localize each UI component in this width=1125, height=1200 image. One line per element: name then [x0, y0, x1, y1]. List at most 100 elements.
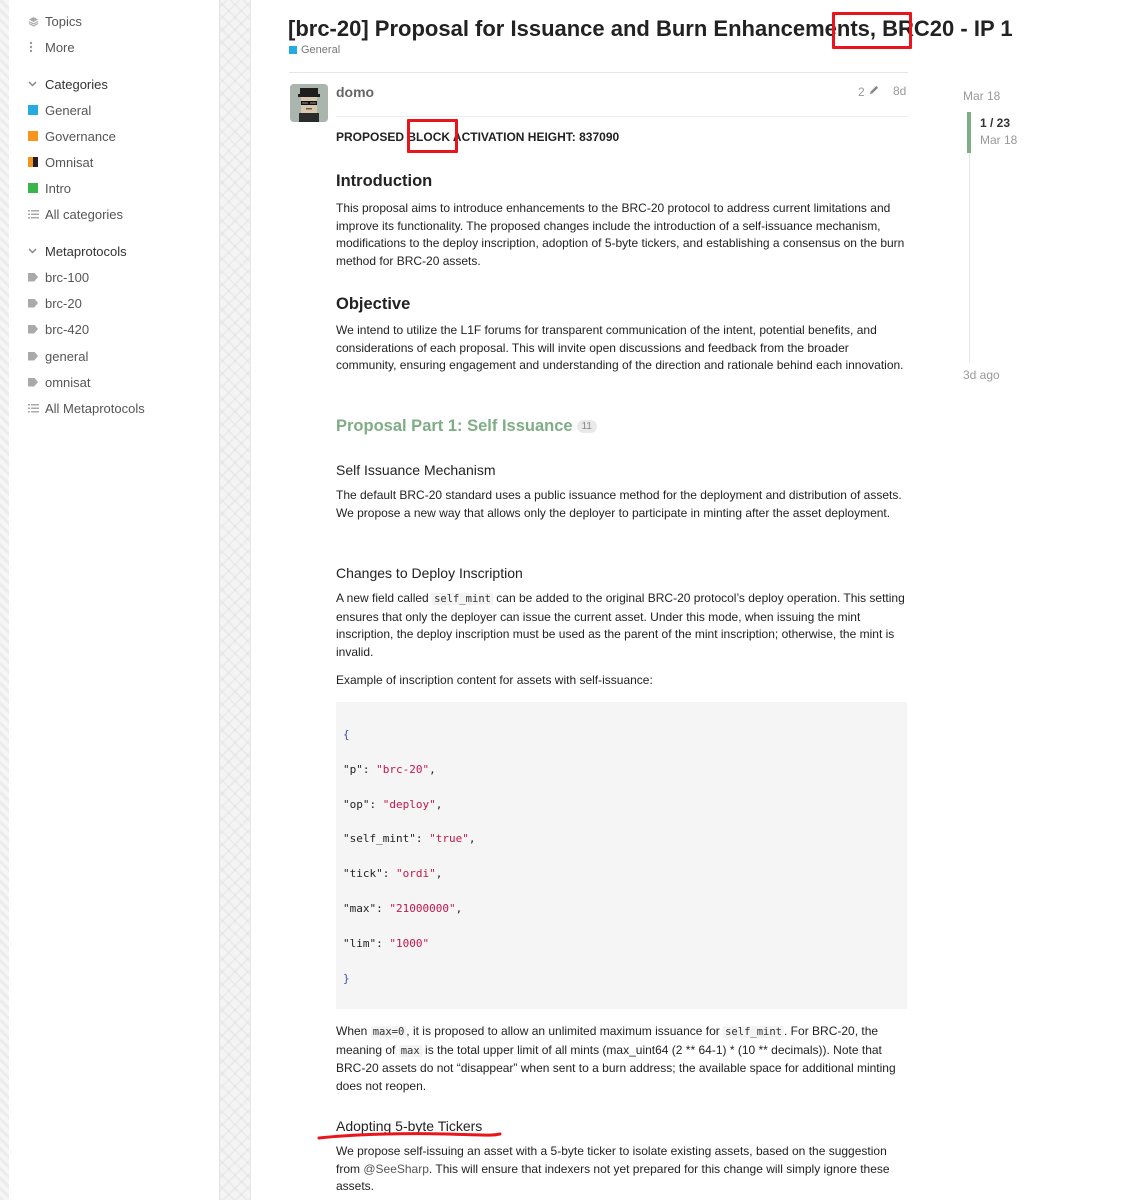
topic-title[interactable]: [brc-20] Proposal for Issuance and Burn …: [288, 16, 1013, 42]
heading-part1[interactable]: Proposal Part 1: Self Issuance 11: [336, 417, 908, 436]
sidebar-item-label: All categories: [45, 206, 124, 222]
inline-code: max: [398, 1044, 422, 1057]
sidebar-item-label: Governance: [45, 128, 116, 144]
paragraph: We intend to utilize the L1F forums for …: [336, 323, 904, 372]
text: A new field called: [336, 591, 433, 605]
list-icon: [28, 403, 45, 413]
heading-deploy: Changes to Deploy Inscription: [336, 565, 523, 581]
sidebar-item-general[interactable]: General: [28, 100, 91, 120]
title-highlight: BRC20: [882, 16, 955, 41]
sidebar-item-label: brc-420: [45, 321, 90, 337]
sidebar-item-general-tag[interactable]: general: [28, 346, 88, 366]
post-date[interactable]: 8d: [893, 84, 906, 98]
sidebar-item-label: General: [45, 102, 92, 118]
sidebar-item-all-categories[interactable]: All categories: [28, 204, 123, 224]
sidebar-item-all-metaprotocols[interactable]: All Metaprotocols: [28, 398, 145, 418]
category-color-swatch: [28, 183, 38, 193]
sidebar-section-categories[interactable]: Categories: [28, 74, 108, 94]
code-line: "p": "brc-20",: [343, 763, 436, 776]
timeline-end-date[interactable]: 3d ago: [963, 368, 1000, 382]
category-color-swatch: [28, 131, 38, 141]
sidebar-item-label: brc-20: [45, 295, 82, 311]
paragraph: We propose self-issuing an asset with a …: [336, 1143, 908, 1196]
sidebar-section-metaprotocols[interactable]: Metaprotocols: [28, 241, 127, 261]
timeline-position: 1 / 23: [980, 116, 1011, 130]
section-title: Metaprotocols: [45, 243, 127, 259]
tag-icon: [28, 324, 38, 334]
category-color-swatch: [289, 46, 297, 54]
heading-objective: Objective: [336, 295, 411, 313]
inline-code: max=0: [370, 1026, 407, 1038]
sidebar-item-label: Topics: [45, 13, 82, 29]
code-line: }: [343, 972, 350, 985]
divider: [289, 72, 908, 73]
text: When: [336, 1024, 371, 1038]
sidebar-item-more[interactable]: More: [28, 37, 75, 57]
sidebar-item-label: All Metaprotocols: [45, 400, 145, 416]
sidebar-item-label: Omnisat: [45, 154, 94, 170]
code-line: "self_mint": "true",: [343, 832, 476, 845]
title-text: [brc-20] Proposal for Issuance and Burn …: [288, 16, 883, 41]
text: PROPOSED: [336, 130, 408, 144]
sidebar-item-brc-20[interactable]: brc-20: [28, 293, 82, 313]
code-block[interactable]: { "p": "brc-20", "op": "deploy", "self_m…: [336, 702, 907, 1009]
divider: [336, 116, 908, 117]
click-count-badge: 11: [576, 420, 597, 433]
code-line: "op": "deploy",: [343, 798, 443, 811]
category-label: General: [301, 44, 341, 56]
sidebar-item-intro[interactable]: Intro: [28, 178, 71, 198]
heading-introduction: Introduction: [336, 172, 433, 190]
category-color-swatch: [28, 157, 38, 167]
code-line: {: [343, 728, 350, 741]
sidebar-item-brc-100[interactable]: brc-100: [28, 267, 89, 287]
paragraph: This proposal aims to introduce enhancem…: [336, 201, 905, 268]
category-badge[interactable]: General: [289, 44, 340, 56]
annotation-underline: [317, 1132, 502, 1140]
code-line: "max": "21000000",: [343, 902, 463, 915]
sidebar-item-governance[interactable]: Governance: [28, 126, 116, 146]
sidebar-item-topics[interactable]: Topics: [28, 11, 82, 31]
avatar[interactable]: [290, 84, 328, 122]
layers-icon: [28, 16, 45, 27]
sidebar-item-label: omnisat: [45, 374, 91, 390]
tag-icon: [28, 377, 38, 387]
sidebar-item-label: More: [45, 39, 75, 55]
inline-code: self_mint: [432, 593, 493, 605]
text: , it is proposed to allow an unlimited m…: [406, 1024, 724, 1038]
vertical-ellipsis-icon: [28, 41, 45, 53]
text-highlight: BLOCK: [407, 130, 451, 144]
block-height-line: PROPOSED BLOCK ACTIVATION HEIGHT: 837090: [336, 130, 908, 144]
chevron-down-icon: [28, 246, 45, 257]
timeline-current-date: Mar 18: [980, 133, 1018, 147]
tag-icon: [28, 351, 38, 361]
timeline-start-date[interactable]: Mar 18: [963, 89, 1000, 103]
title-text: - IP 1: [954, 16, 1013, 41]
heading-text: Proposal Part 1: Self Issuance: [336, 417, 573, 435]
page-background-left: [0, 0, 9, 1200]
edit-history-button[interactable]: 2: [858, 84, 880, 99]
text: ACTIVATION HEIGHT: 837090: [450, 130, 620, 144]
edit-count: 2: [858, 84, 865, 99]
paragraph: When max=0, it is proposed to allow an u…: [336, 1023, 908, 1095]
sidebar-item-label: Intro: [45, 180, 72, 196]
tag-icon: [28, 272, 38, 282]
section-title: Categories: [45, 76, 108, 92]
sidebar-item-brc-420[interactable]: brc-420: [28, 319, 89, 339]
user-mention[interactable]: @SeeSharp: [363, 1162, 429, 1176]
pencil-icon: [868, 84, 880, 99]
heading-self-issuance: Self Issuance Mechanism: [336, 462, 496, 478]
page-background-gutter: [220, 0, 251, 1200]
post-author[interactable]: domo: [336, 84, 374, 100]
sidebar-item-omnisat-tag[interactable]: omnisat: [28, 372, 91, 392]
timeline-handle[interactable]: [967, 112, 971, 153]
code-line: "lim": "1000": [343, 937, 430, 950]
tag-icon: [28, 298, 38, 308]
sidebar-item-label: general: [45, 348, 89, 364]
sidebar-item-omnisat[interactable]: Omnisat: [28, 152, 93, 172]
list-icon: [28, 209, 45, 219]
sidebar-item-label: brc-100: [45, 269, 90, 285]
paragraph: Example of inscription content for asset…: [336, 673, 653, 687]
inline-code: self_mint: [723, 1026, 785, 1038]
category-color-swatch: [28, 105, 38, 115]
paragraph: The default BRC-20 standard uses a publi…: [336, 488, 902, 520]
